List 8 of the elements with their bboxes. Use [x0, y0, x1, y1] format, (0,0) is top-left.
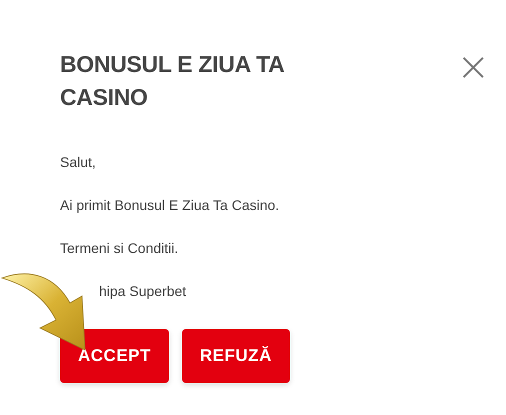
message-text: Salut, [60, 153, 97, 172]
dialog-title: BONUSUL E ZIUA TA CASINO [60, 50, 285, 112]
close-button[interactable]: × [456, 52, 490, 82]
message-text: hipa Superbet [99, 282, 188, 301]
message-text: Ai primit Bonusul E Ziua Ta Casino. [60, 196, 280, 215]
dialog-button[interactable]: REFUZĂ [182, 329, 290, 383]
dialog-button[interactable]: ACCEPT [60, 329, 169, 383]
message-text: Termeni si Conditii. [60, 239, 180, 258]
